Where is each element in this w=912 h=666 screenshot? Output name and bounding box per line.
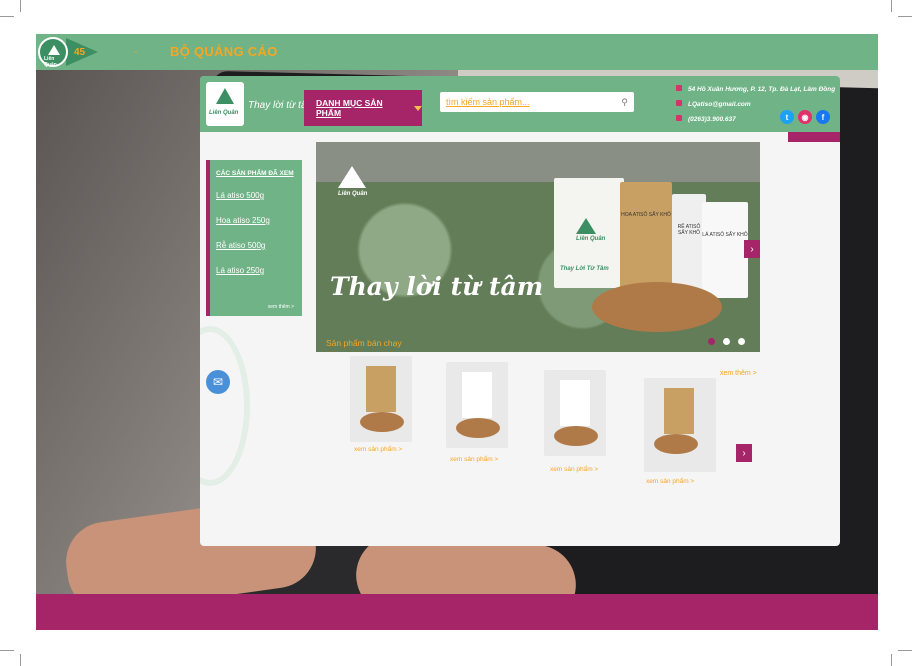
logo-triangle-icon xyxy=(338,166,366,188)
carousel-dots xyxy=(708,338,745,345)
site-header: Liên Quân Thay lời từ tâm DANH MỤC SẢN P… xyxy=(200,76,840,132)
logo-triangle-icon xyxy=(216,88,234,104)
product-pack-image xyxy=(366,366,396,412)
logo-triangle-icon xyxy=(48,45,60,55)
recently-viewed-sidebar: CÁC SẢN PHẨM ĐÃ XEM Lá atiso 500g Hoa at… xyxy=(206,160,302,316)
pack-label: RỄ ATISÔ SẤY KHÔ xyxy=(677,224,701,236)
view-product-link[interactable]: xem sản phẩm > xyxy=(450,456,498,463)
product-pack-la: LÁ ATISÔ SẤY KHÔ xyxy=(702,202,748,298)
site-logo[interactable]: Liên Quân xyxy=(206,82,244,126)
instagram-icon[interactable]: ◉ xyxy=(798,110,812,124)
banner-logo: Liên Quân xyxy=(338,166,372,206)
footer-band xyxy=(36,594,878,630)
search-placeholder: tìm kiếm sản phẩm... xyxy=(446,97,530,107)
chevron-down-icon xyxy=(414,105,422,111)
facebook-icon[interactable]: f xyxy=(816,110,830,124)
gift-bag-brand: Liên Quân xyxy=(576,236,606,242)
logo-text: Liên Quân xyxy=(209,110,239,116)
pack-label: LÁ ATISÔ SẤY KHÔ xyxy=(702,232,748,238)
header-accent-strip xyxy=(788,132,840,142)
view-product-link[interactable]: xem sản phẩm > xyxy=(550,466,598,473)
wood-slice-image xyxy=(456,418,500,438)
banner-slogan: Thay lời từ tâm xyxy=(330,272,544,301)
products-next-button[interactable]: › xyxy=(736,444,752,462)
sidebar-see-more-link[interactable]: xem thêm > xyxy=(268,304,294,310)
sidebar-item-re-atiso-500g[interactable]: Rễ atiso 500g xyxy=(216,241,296,250)
banner-sky xyxy=(316,142,760,182)
crop-mark xyxy=(891,654,892,666)
product-card[interactable] xyxy=(350,356,412,442)
gift-bag-slogan: Thay Lời Từ Tâm xyxy=(560,266,609,272)
crop-mark xyxy=(891,0,892,12)
sidebar-item-hoa-atiso-250g[interactable]: Hoa atiso 250g xyxy=(216,216,296,225)
section-title: BỘ QUẢNG CÁO xyxy=(170,44,278,59)
contact-email[interactable]: LQatiso@gmail.com xyxy=(688,101,751,108)
crop-mark xyxy=(20,654,21,666)
logo-triangle-icon xyxy=(576,218,596,234)
mail-icon xyxy=(676,100,682,106)
carousel-dot[interactable] xyxy=(723,338,730,345)
title-dash: - xyxy=(134,47,138,58)
search-input[interactable]: tìm kiếm sản phẩm... ⚲ xyxy=(440,92,634,112)
messenger-icon[interactable]: ✉ xyxy=(206,370,230,394)
sidebar-title: CÁC SẢN PHẨM ĐÃ XEM xyxy=(216,170,294,177)
twitter-icon[interactable]: t xyxy=(780,110,794,124)
contact-phone[interactable]: (0263)3.900.637 xyxy=(688,116,736,123)
crop-mark xyxy=(0,16,14,17)
view-product-link[interactable]: xem sản phẩm > xyxy=(646,478,694,485)
contact-address: 54 Hồ Xuân Hương, P. 12, Tp. Đà Lạt, Lâm… xyxy=(688,86,836,93)
hero-banner: Liên Quân Thay lời từ tâm Liên Quân Thay… xyxy=(316,142,760,352)
wood-slice-image xyxy=(554,426,598,446)
product-pack-image xyxy=(664,388,694,434)
view-product-link[interactable]: xem sản phẩm > xyxy=(354,446,402,453)
sidebar-item-la-atiso-500g[interactable]: Lá atiso 500g xyxy=(216,191,296,200)
wood-slice-image xyxy=(654,434,698,454)
phone-icon xyxy=(676,115,682,121)
crop-mark xyxy=(898,16,912,17)
brochure-page: Liên Quân 45 - BỘ QUẢNG CÁO Liên Quân Th… xyxy=(0,0,912,666)
location-icon xyxy=(676,85,682,91)
badge-logo-text: Liên Quân xyxy=(44,56,57,68)
header-band xyxy=(36,34,878,70)
best-sellers-see-more[interactable]: xem thêm > xyxy=(720,370,757,377)
banner-logo-text: Liên Quân xyxy=(338,191,368,197)
product-card[interactable] xyxy=(446,362,508,448)
category-menu-label: DANH MỤC SẢN PHẨM xyxy=(316,98,383,118)
website-screen: Liên Quân Thay lời từ tâm DANH MỤC SẢN P… xyxy=(200,76,840,546)
wood-slice-image xyxy=(592,282,722,332)
product-pack-image xyxy=(462,372,492,418)
carousel-next-button[interactable]: › xyxy=(744,240,760,258)
product-pack-re: RỄ ATISÔ SẤY KHÔ xyxy=(672,194,706,290)
product-card[interactable] xyxy=(544,370,606,456)
crop-mark xyxy=(898,650,912,651)
search-icon[interactable]: ⚲ xyxy=(621,97,628,108)
carousel-dot[interactable] xyxy=(708,338,715,345)
product-pack-hoa: HOA ATISÔ SẤY KHÔ xyxy=(620,182,672,294)
wood-slice-image xyxy=(360,412,404,432)
product-pack-image xyxy=(560,380,590,426)
pack-label: HOA ATISÔ SẤY KHÔ xyxy=(621,212,671,218)
crop-mark xyxy=(0,650,14,651)
best-sellers-title: Sản phẩm bán chạy xyxy=(326,338,402,348)
sidebar-item-la-atiso-250g[interactable]: Lá atiso 250g xyxy=(216,266,296,275)
category-menu-button[interactable]: DANH MỤC SẢN PHẨM xyxy=(304,90,422,126)
brand-logo-badge: Liên Quân xyxy=(38,37,68,68)
social-links: t ◉ f xyxy=(780,110,830,124)
gift-bag-image: Liên Quân Thay Lời Từ Tâm xyxy=(554,178,624,288)
page-number: 45 xyxy=(74,47,86,58)
carousel-dot[interactable] xyxy=(738,338,745,345)
crop-mark xyxy=(20,0,21,12)
product-card[interactable] xyxy=(644,378,716,472)
decorative-ring xyxy=(200,326,250,486)
